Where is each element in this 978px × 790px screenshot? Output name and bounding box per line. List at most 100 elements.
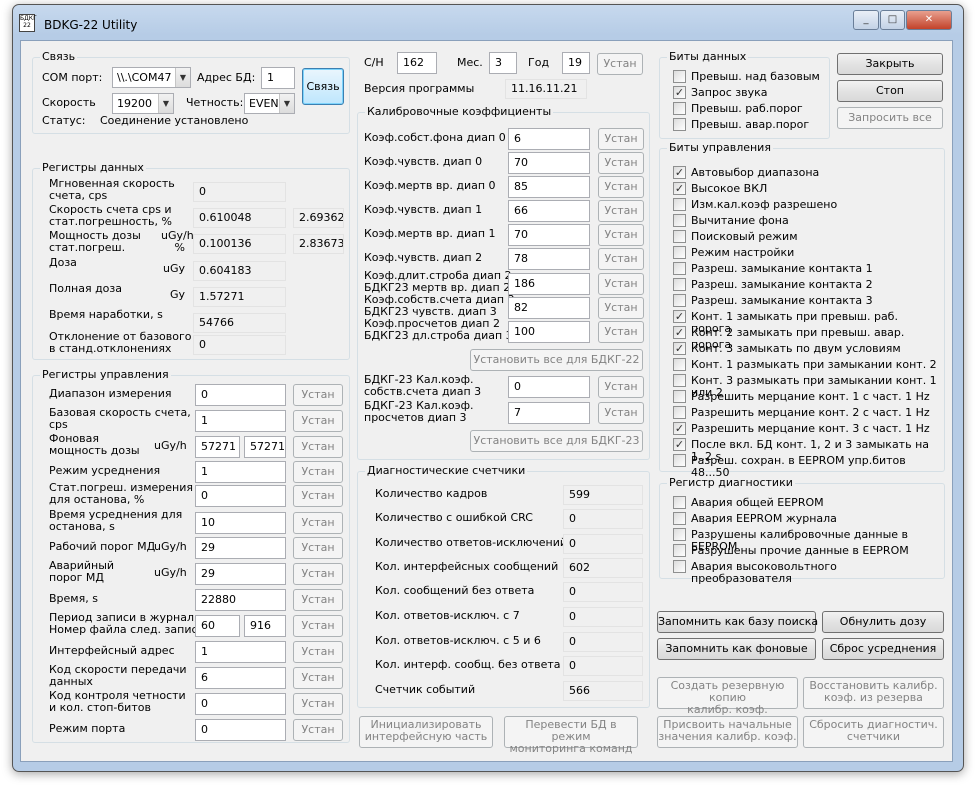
- control-bit-item[interactable]: Поисковый режим: [673, 230, 938, 244]
- control-bit-item[interactable]: ✓ После вкл. БД конт. 1, 2 и 3 замыкать н…: [673, 438, 938, 463]
- stop-button[interactable]: Стоп: [837, 80, 943, 102]
- checkbox-icon[interactable]: ✓: [673, 86, 686, 99]
- calib-set-button[interactable]: Устан: [598, 152, 644, 174]
- save-background-button[interactable]: Запомнить как фоновые: [657, 638, 816, 660]
- assign-initial-calib-button[interactable]: Присвоить начальные значения калибр. коэ…: [657, 716, 798, 748]
- close-button[interactable]: Закрыть: [837, 53, 943, 75]
- diag-bit-item[interactable]: Разрушены прочие данные в EEPROM: [673, 544, 938, 558]
- control-bit-item[interactable]: Конт. 1 размыкать при замыкании конт. 2: [673, 358, 938, 372]
- checkbox-icon[interactable]: [673, 390, 686, 403]
- control-register-set-button[interactable]: Устан: [293, 589, 343, 611]
- control-register-input[interactable]: 0: [195, 693, 286, 715]
- calib-input[interactable]: 85: [508, 176, 590, 198]
- reset-diag-counters-button[interactable]: Сбросить диагностич. счетчики: [803, 716, 944, 748]
- control-bit-item[interactable]: Разрешить мерцание конт. 2 с част. 1 Hz: [673, 406, 938, 420]
- checkbox-icon[interactable]: ✓: [673, 342, 686, 355]
- reset-averaging-button[interactable]: Сброс усреднения: [822, 638, 944, 660]
- calib-input[interactable]: 70: [508, 152, 590, 174]
- control-bit-item[interactable]: ✓ Высокое ВКЛ: [673, 182, 938, 196]
- control-register-input2[interactable]: 916: [244, 615, 286, 637]
- checkbox-icon[interactable]: [673, 278, 686, 291]
- checkbox-icon[interactable]: [673, 544, 686, 557]
- checkbox-icon[interactable]: [673, 70, 686, 83]
- checkbox-icon[interactable]: ✓: [673, 422, 686, 435]
- control-bit-item[interactable]: Конт. 3 размыкать при замыкании конт. 1 …: [673, 374, 938, 399]
- backup-calib-button[interactable]: Создать резервную копию калибр. коэф.: [657, 677, 798, 716]
- com-port-select[interactable]: \\.\COM47 ▼: [112, 67, 191, 88]
- control-register-input[interactable]: 1: [195, 461, 286, 483]
- request-all-button[interactable]: Запросить все: [837, 107, 943, 129]
- parity-select[interactable]: EVEN ▼: [244, 93, 295, 114]
- restore-calib-button[interactable]: Восстановить калибр. коэф. из резерва: [803, 677, 944, 709]
- control-register-input[interactable]: 0: [195, 485, 286, 507]
- checkbox-icon[interactable]: [673, 374, 686, 387]
- control-register-set-button[interactable]: Устан: [293, 461, 343, 483]
- control-bit-item[interactable]: Вычитание фона: [673, 214, 938, 228]
- save-search-base-button[interactable]: Запомнить как базу поиска: [657, 611, 818, 633]
- checkbox-icon[interactable]: ✓: [673, 166, 686, 179]
- control-register-set-button[interactable]: Устан: [293, 563, 343, 585]
- calib-input[interactable]: 186: [508, 273, 590, 295]
- calib-set-button[interactable]: Устан: [598, 128, 644, 150]
- control-register-input2[interactable]: 57271: [244, 436, 286, 458]
- control-register-input[interactable]: 1: [195, 641, 286, 663]
- checkbox-icon[interactable]: [673, 496, 686, 509]
- checkbox-icon[interactable]: [673, 214, 686, 227]
- checkbox-icon[interactable]: ✓: [673, 310, 686, 323]
- control-register-input[interactable]: 29: [195, 537, 286, 559]
- control-bit-item[interactable]: ✓ Конт. 3 замыкать по двум условиям: [673, 342, 938, 356]
- diag-bit-item[interactable]: Авария EEPROM журнала: [673, 512, 938, 526]
- control-bit-item[interactable]: Разреш. сохран. в EEPROM упр.битов 48...…: [673, 454, 938, 479]
- calib-input[interactable]: 6: [508, 128, 590, 150]
- checkbox-icon[interactable]: [673, 454, 686, 467]
- control-bit-item[interactable]: Разрешить мерцание конт. 1 с част. 1 Hz: [673, 390, 938, 404]
- calib-input[interactable]: 66: [508, 200, 590, 222]
- checkbox-icon[interactable]: [673, 406, 686, 419]
- control-register-input[interactable]: 0: [195, 719, 286, 741]
- speed-select[interactable]: 19200 ▼: [112, 93, 174, 114]
- control-register-input[interactable]: 29: [195, 563, 286, 585]
- control-register-set-button[interactable]: Устан: [293, 641, 343, 663]
- calib23-input[interactable]: 0: [508, 376, 590, 398]
- control-register-set-button[interactable]: Устан: [293, 537, 343, 559]
- diag-bit-item[interactable]: Разрушены калибровочные данные в EEPROM: [673, 528, 938, 553]
- control-register-input[interactable]: 0: [195, 384, 286, 406]
- serial-input[interactable]: 162: [397, 52, 437, 74]
- checkbox-icon[interactable]: ✓: [673, 438, 686, 451]
- calib-set-button[interactable]: Устан: [598, 176, 644, 198]
- control-bit-item[interactable]: ✓ Конт. 2 замыкать при превыш. авар. поро…: [673, 326, 938, 351]
- control-bit-item[interactable]: ✓ Автовыбор диапазона: [673, 166, 938, 180]
- checkbox-icon[interactable]: [673, 230, 686, 243]
- calib-input[interactable]: 78: [508, 248, 590, 270]
- checkbox-icon[interactable]: [673, 512, 686, 525]
- calib-set-button[interactable]: Устан: [598, 321, 644, 343]
- monitor-mode-button[interactable]: Перевести БД в режим мониторинга команд: [504, 716, 638, 755]
- checkbox-icon[interactable]: [673, 118, 686, 131]
- checkbox-icon[interactable]: [673, 246, 686, 259]
- calib-set-button[interactable]: Устан: [598, 273, 644, 295]
- checkbox-icon[interactable]: [673, 358, 686, 371]
- control-bit-item[interactable]: ✓ Конт. 1 замыкать при превыш. раб. порог…: [673, 310, 938, 335]
- calib-set-button[interactable]: Устан: [598, 200, 644, 222]
- close-icon[interactable]: ✕: [906, 10, 952, 30]
- control-bit-item[interactable]: Разреш. замыкание контакта 2: [673, 278, 938, 292]
- checkbox-icon[interactable]: [673, 262, 686, 275]
- checkbox-icon[interactable]: [673, 102, 686, 115]
- control-register-set-button[interactable]: Устан: [293, 436, 343, 458]
- control-register-input[interactable]: 22880: [195, 589, 286, 611]
- diag-bit-item[interactable]: Авария общей EEPROM: [673, 496, 938, 510]
- set-all-bdkg22-button[interactable]: Установить все для БДКГ-22: [470, 349, 643, 371]
- control-register-set-button[interactable]: Устан: [293, 384, 343, 406]
- checkbox-icon[interactable]: ✓: [673, 326, 686, 339]
- minimize-icon[interactable]: _: [853, 10, 879, 30]
- control-bit-item[interactable]: Разреш. замыкание контакта 1: [673, 262, 938, 276]
- calib-input[interactable]: 82: [508, 297, 590, 319]
- checkbox-icon[interactable]: [673, 560, 686, 573]
- control-register-set-button[interactable]: Устан: [293, 485, 343, 507]
- calib23-set-button[interactable]: Устан: [598, 402, 644, 424]
- calib-set-button[interactable]: Устан: [598, 297, 644, 319]
- init-interface-button[interactable]: Инициализировать интерфейсную часть: [359, 716, 493, 748]
- reset-dose-button[interactable]: Обнулить дозу: [822, 611, 944, 633]
- calib23-set-button[interactable]: Устан: [598, 376, 644, 398]
- year-input[interactable]: 19: [562, 52, 590, 74]
